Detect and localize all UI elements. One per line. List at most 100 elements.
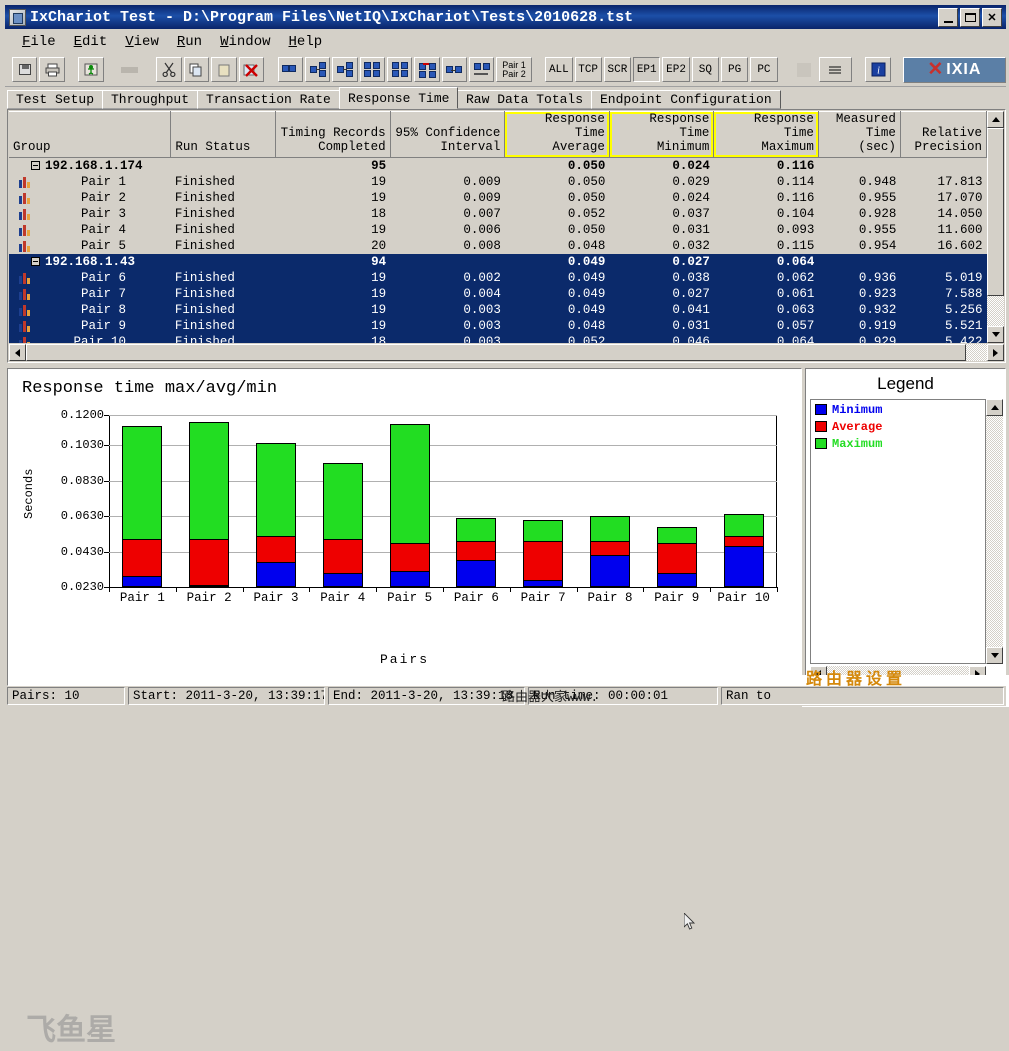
hscroll-thumb[interactable]: [26, 344, 966, 361]
cut-icon[interactable]: [156, 57, 181, 82]
info-icon[interactable]: i: [865, 57, 890, 82]
clone-pair-icon[interactable]: [469, 57, 494, 82]
chart-bar-minimum[interactable]: [323, 573, 363, 587]
save-icon[interactable]: [12, 57, 37, 82]
paste-icon[interactable]: [211, 57, 236, 82]
legend-vscroll-track[interactable]: [986, 416, 1003, 647]
add-hardware-voip-icon[interactable]: [387, 57, 412, 82]
legend-scroll-down-button[interactable]: [986, 647, 1003, 664]
close-icon[interactable]: ✕: [982, 8, 1002, 27]
chart-bar-minimum[interactable]: [657, 573, 697, 587]
delete-icon[interactable]: [239, 57, 264, 82]
scroll-left-button[interactable]: [9, 344, 26, 361]
table-row[interactable]: Pair 3Finished180.0070.0520.0370.1040.92…: [9, 206, 987, 222]
filter-ep2-button[interactable]: EP2: [662, 57, 689, 82]
tab-endpoint-configuration[interactable]: Endpoint Configuration: [591, 90, 781, 109]
column-header-rt-min[interactable]: Response TimeMinimum: [609, 112, 714, 158]
column-header-run-status[interactable]: Run Status: [171, 112, 276, 158]
add-video-pair-icon[interactable]: [414, 57, 439, 82]
column-header-confidence[interactable]: 95% ConfidenceInterval: [390, 112, 505, 158]
chart-bar-minimum[interactable]: [523, 580, 563, 587]
chart-bar-minimum[interactable]: [189, 585, 229, 587]
chart-bar-minimum[interactable]: [256, 562, 296, 587]
add-voip-pair-icon[interactable]: [332, 57, 357, 82]
filter-tcp-button[interactable]: TCP: [575, 57, 602, 82]
chart-bar-average[interactable]: [189, 539, 229, 587]
vscroll-thumb[interactable]: [987, 128, 1004, 296]
column-header-rt-avg[interactable]: Response TimeAverage: [505, 112, 610, 158]
table-row[interactable]: Pair 6Finished190.0020.0490.0380.0620.93…: [9, 270, 987, 286]
table-row[interactable]: Pair 7Finished190.0040.0490.0270.0610.92…: [9, 286, 987, 302]
scroll-up-button[interactable]: [987, 111, 1004, 128]
scroll-right-button[interactable]: [987, 344, 1004, 361]
filter-pg-button[interactable]: PG: [721, 57, 748, 82]
add-hardware-pair-icon[interactable]: [360, 57, 385, 82]
cell-rt-max: 0.057: [714, 318, 819, 334]
table-row[interactable]: Pair 9Finished190.0030.0480.0310.0570.91…: [9, 318, 987, 334]
copy-icon[interactable]: [184, 57, 209, 82]
filter-scr-button[interactable]: SCR: [604, 57, 631, 82]
filter-sq-button[interactable]: SQ: [692, 57, 719, 82]
maximize-button[interactable]: [960, 8, 980, 27]
pair-select-button[interactable]: Pair 1 Pair 2: [496, 57, 531, 82]
legend-item[interactable]: Maximum: [811, 436, 985, 451]
add-multicast-pair-icon[interactable]: [305, 57, 330, 82]
grid-toggle-icon[interactable]: [791, 57, 816, 82]
column-header-precision[interactable]: RelativePrecision: [900, 112, 986, 158]
legend-item[interactable]: Minimum: [811, 402, 985, 417]
menu-edit[interactable]: Edit: [65, 33, 117, 51]
filter-pc-button[interactable]: PC: [750, 57, 777, 82]
menu-view[interactable]: View: [116, 33, 168, 51]
cell-precision: 14.050: [900, 206, 986, 222]
expander-collapse-icon[interactable]: [31, 161, 40, 170]
table-group-row[interactable]: 192.168.1.174950.0500.0240.116: [9, 158, 987, 175]
minimize-button[interactable]: [938, 8, 958, 27]
chart-bar-minimum[interactable]: [590, 555, 630, 587]
legend-color-swatch: [815, 438, 827, 449]
tab-throughput[interactable]: Throughput: [102, 90, 198, 109]
cell-rt-avg: 0.049: [505, 270, 610, 286]
legend-scroll-up-button[interactable]: [986, 399, 1003, 416]
tab-response-time[interactable]: Response Time: [339, 87, 458, 109]
column-header-timing-records[interactable]: Timing RecordsCompleted: [275, 112, 390, 158]
menu-help[interactable]: Help: [280, 33, 332, 51]
chart-bar-minimum[interactable]: [724, 546, 764, 587]
table-row[interactable]: Pair 5Finished200.0080.0480.0320.1150.95…: [9, 238, 987, 254]
expander-collapse-icon[interactable]: [31, 257, 40, 266]
menu-file[interactable]: File: [13, 33, 65, 51]
menu-window[interactable]: Window: [211, 33, 279, 51]
column-header-rt-max[interactable]: Response TimeMaximum: [714, 112, 819, 158]
column-header-measured[interactable]: MeasuredTime (sec): [818, 112, 900, 158]
filter-ep1-button[interactable]: EP1: [633, 57, 660, 82]
table-group-row[interactable]: 192.168.1.43940.0490.0270.064: [9, 254, 987, 270]
tab-test-setup[interactable]: Test Setup: [7, 90, 103, 109]
filter-all-button[interactable]: ALL: [545, 57, 572, 82]
list-view-icon[interactable]: [819, 57, 852, 82]
cell-rt-min: 0.041: [609, 302, 714, 318]
add-pair-icon[interactable]: [278, 57, 303, 82]
table-row[interactable]: Pair 4Finished190.0060.0500.0310.0930.95…: [9, 222, 987, 238]
chart-bar-minimum[interactable]: [390, 571, 430, 587]
legend-item[interactable]: Average: [811, 419, 985, 434]
chart-bar-minimum[interactable]: [456, 560, 496, 587]
run-tests-icon[interactable]: [78, 57, 103, 82]
column-header-group[interactable]: Group: [9, 112, 171, 158]
table-row[interactable]: Pair 10Finished180.0030.0520.0460.0640.9…: [9, 334, 987, 343]
chart-bar-minimum[interactable]: [122, 576, 162, 587]
stop-icon[interactable]: [117, 57, 142, 82]
table-row[interactable]: Pair 2Finished190.0090.0500.0240.1160.95…: [9, 190, 987, 206]
grid-vertical-scrollbar[interactable]: [987, 111, 1004, 343]
tab-transaction-rate[interactable]: Transaction Rate: [197, 90, 340, 109]
scroll-down-button[interactable]: [987, 326, 1004, 343]
menu-run[interactable]: Run: [168, 33, 211, 51]
edit-pair-icon[interactable]: [442, 57, 467, 82]
table-row[interactable]: Pair 1Finished190.0090.0500.0290.1140.94…: [9, 174, 987, 190]
grid-horizontal-scrollbar[interactable]: [9, 344, 1004, 361]
tab-raw-data-totals[interactable]: Raw Data Totals: [457, 90, 592, 109]
table-row[interactable]: Pair 8Finished190.0030.0490.0410.0630.93…: [9, 302, 987, 318]
print-icon[interactable]: [39, 57, 64, 82]
legend-vertical-scrollbar[interactable]: [986, 399, 1003, 664]
watermark-left: 飞鱼星: [26, 1005, 206, 1051]
vscroll-track[interactable]: [987, 128, 1004, 326]
hscroll-track[interactable]: [26, 344, 987, 361]
